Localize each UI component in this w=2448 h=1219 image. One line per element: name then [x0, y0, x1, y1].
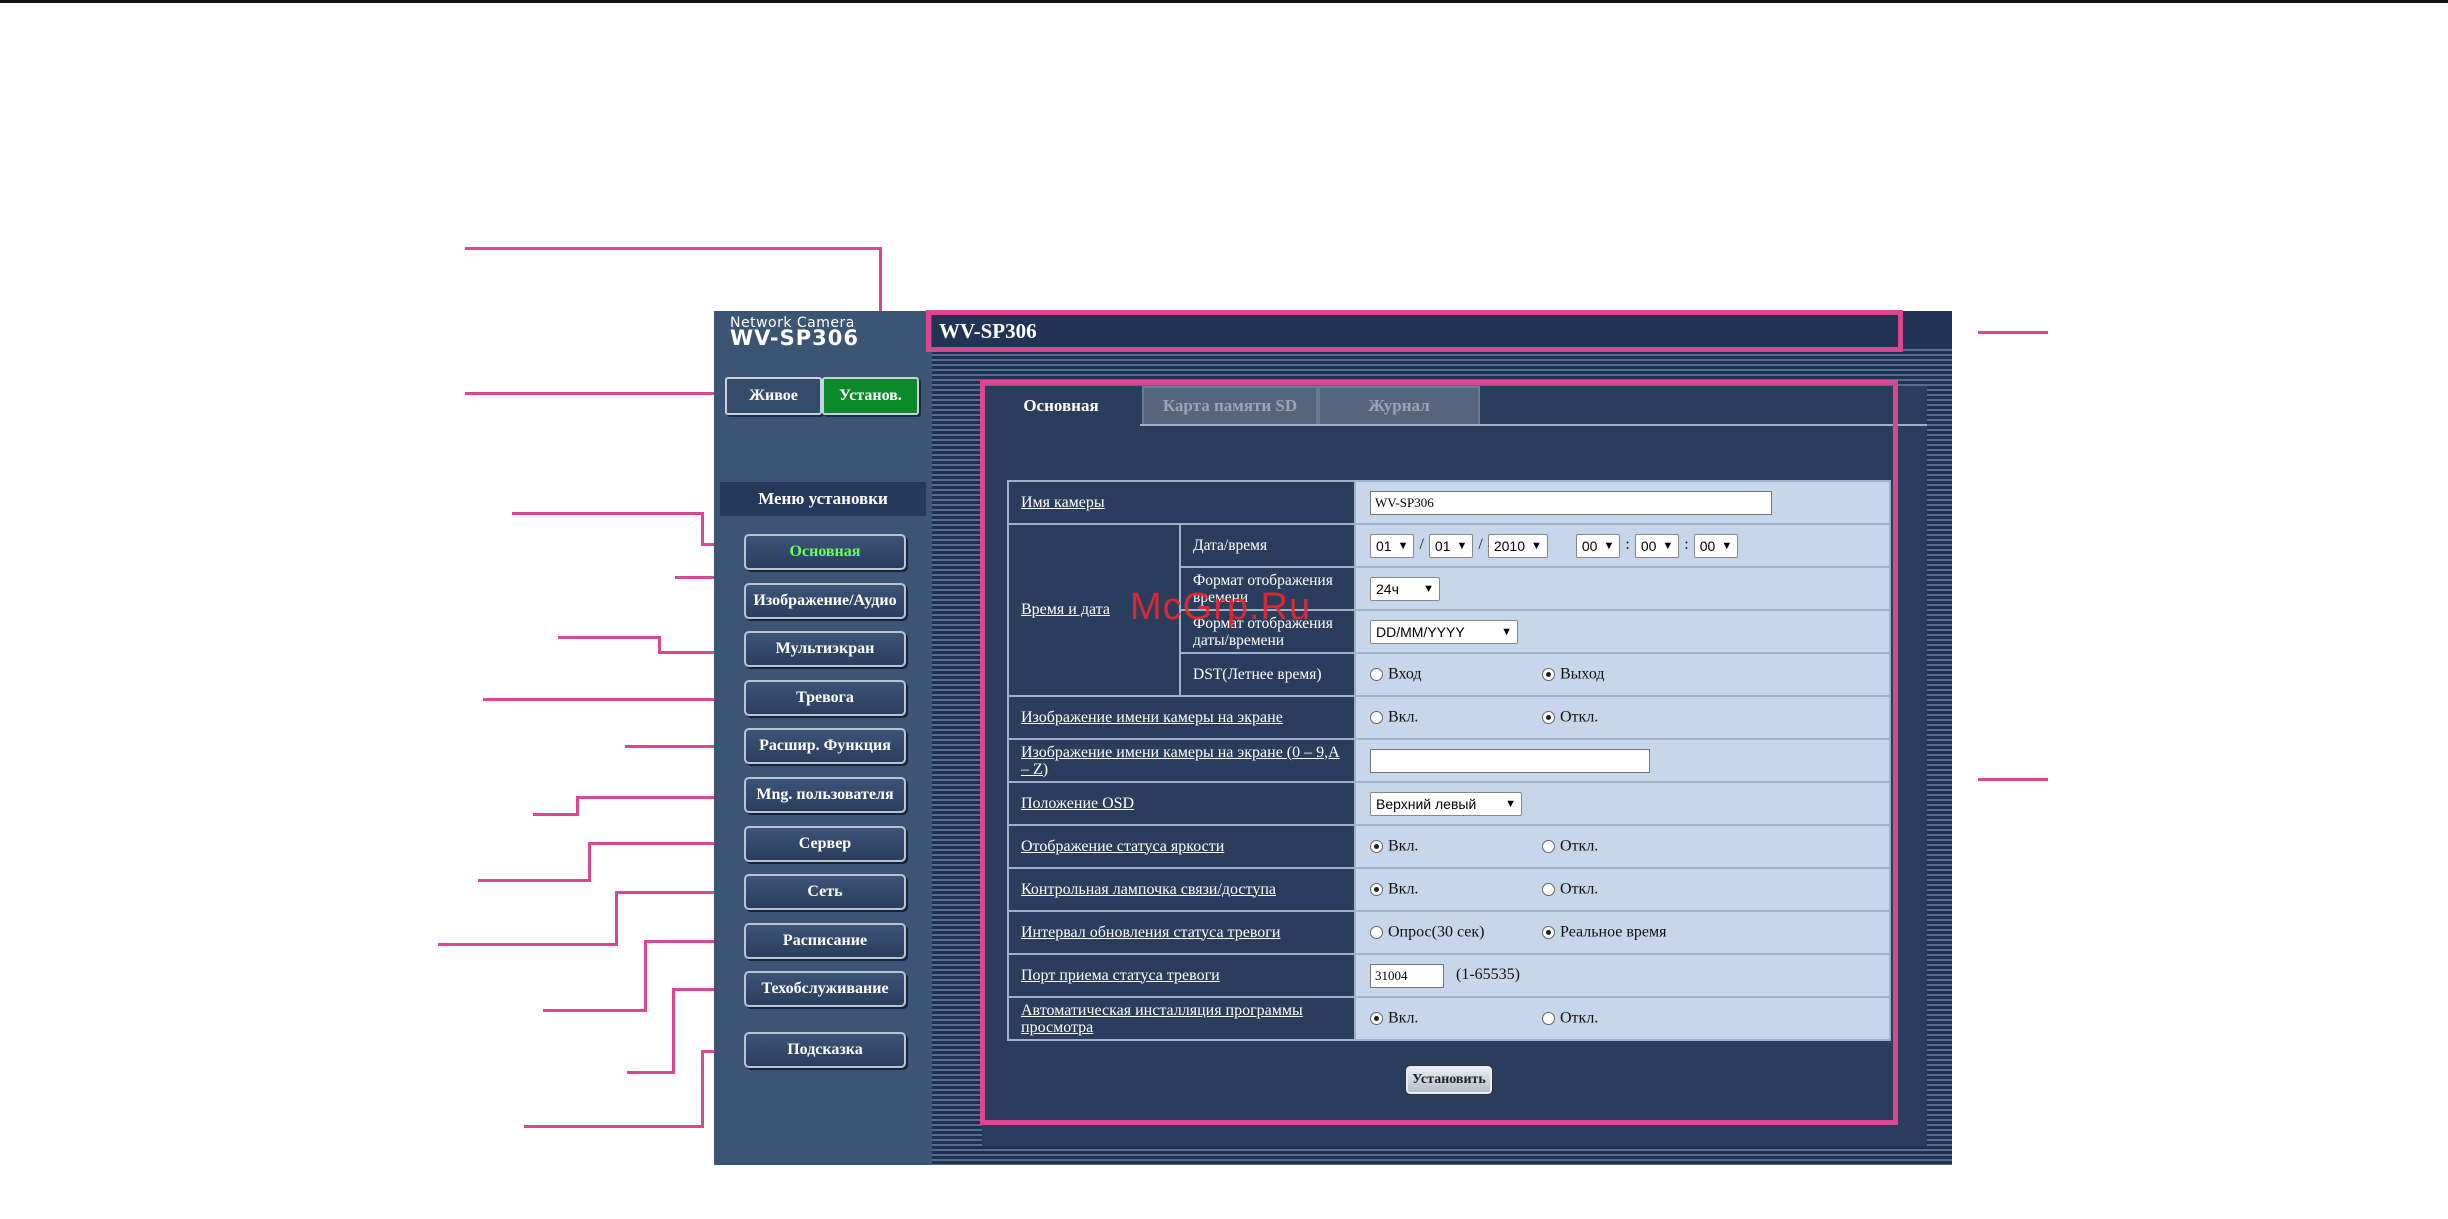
menu-item-multiscreen[interactable]: Мультиэкран — [744, 631, 906, 667]
help-button[interactable]: Подсказка — [744, 1032, 906, 1068]
settings-panel-highlight — [980, 380, 1898, 1125]
menu-item-advanced[interactable]: Расшир. Функция — [744, 728, 906, 764]
menu-item-network[interactable]: Сеть — [744, 874, 906, 910]
top-rule — [0, 0, 2448, 3]
menu-item-user-mng[interactable]: Mng. пользователя — [744, 777, 906, 813]
live-button[interactable]: Живое — [725, 377, 822, 415]
menu-item-image-audio[interactable]: Изображение/Аудио — [744, 583, 906, 619]
menu-item-basic[interactable]: Основная — [744, 534, 906, 570]
left-panel: Network Camera WV-SP306 Живое Установ. М… — [714, 311, 933, 1165]
watermark: McGrp.Ru — [1130, 586, 1312, 628]
menu-item-schedule[interactable]: Расписание — [744, 923, 906, 959]
menu-item-alarm[interactable]: Тревога — [744, 680, 906, 716]
setup-menu-header: Меню установки — [720, 482, 926, 516]
brand-model: WV-SP306 — [730, 326, 859, 350]
title-bar-highlight — [926, 310, 1903, 352]
menu-item-maintenance[interactable]: Техобслуживание — [744, 971, 906, 1007]
menu-item-server[interactable]: Сервер — [744, 826, 906, 862]
setup-button[interactable]: Установ. — [822, 377, 919, 415]
